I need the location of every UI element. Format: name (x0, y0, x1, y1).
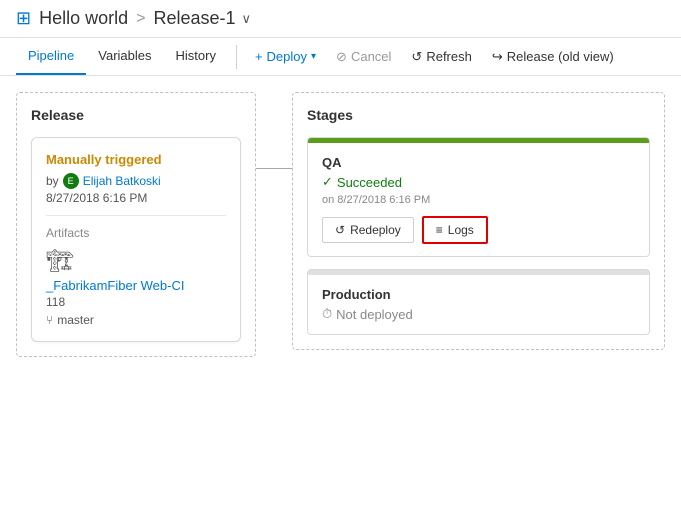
stage-card-qa: QA ✓ Succeeded on 8/27/2018 6:16 PM ↺ Re… (307, 137, 650, 257)
stage-card-production: Production ⏱ Not deployed (307, 269, 650, 335)
triggered-title: Manually triggered (46, 152, 226, 167)
stage-actions-qa: ↺ Redeploy ≡ Logs (322, 216, 635, 244)
connector (256, 92, 292, 169)
cancel-icon: ⊘ (336, 49, 347, 65)
stage-name-qa: QA (322, 155, 635, 170)
app-icon: ⊞ (16, 8, 31, 29)
plus-icon: + (255, 49, 263, 64)
arrow-right-icon: ↪ (492, 49, 503, 65)
refresh-icon: ↺ (411, 49, 422, 65)
release-title: Release-1 (153, 8, 235, 29)
artifacts-label: Artifacts (46, 226, 226, 240)
artifact-name: _FabrikamFiber Web-CI (46, 278, 226, 293)
header: ⊞ Hello world > Release-1 ∨ (0, 0, 681, 38)
artifact-number: 118 (46, 295, 226, 309)
release-card: Manually triggered by E Elijah Batkoski … (31, 137, 241, 342)
stage-status-qa: ✓ Succeeded (322, 174, 635, 190)
card-divider (46, 215, 226, 216)
nav-divider (236, 45, 237, 69)
deploy-chevron-icon: ▾ (311, 51, 316, 62)
stages-panel: Stages QA ✓ Succeeded on 8/27/2018 6:16 … (292, 92, 665, 350)
user-avatar: E (63, 173, 79, 189)
redeploy-icon: ↺ (335, 223, 345, 237)
triggered-date: 8/27/2018 6:16 PM (46, 191, 226, 205)
logs-icon: ≡ (436, 223, 443, 237)
redeploy-button[interactable]: ↺ Redeploy (322, 217, 414, 243)
stage-card-body-qa: QA ✓ Succeeded on 8/27/2018 6:16 PM ↺ Re… (308, 143, 649, 256)
stage-name-production: Production (322, 287, 635, 302)
tab-variables[interactable]: Variables (86, 38, 163, 75)
artifact-branch: ⑂ master (46, 313, 226, 327)
logs-button[interactable]: ≡ Logs (422, 216, 488, 244)
check-icon: ✓ (322, 174, 333, 190)
clock-icon: ⏱ (322, 306, 332, 322)
cancel-button[interactable]: ⊘ Cancel (326, 43, 401, 71)
tab-history[interactable]: History (164, 38, 228, 75)
main-content: Release Manually triggered by E Elijah B… (0, 76, 681, 373)
stage-card-body-production: Production ⏱ Not deployed (308, 275, 649, 334)
release-panel: Release Manually triggered by E Elijah B… (16, 92, 256, 357)
branch-icon: ⑂ (46, 313, 53, 327)
triggered-by: by E Elijah Batkoski (46, 173, 226, 189)
release-oldview-button[interactable]: ↪ Release (old view) (482, 43, 624, 71)
nav-bar: Pipeline Variables History + Deploy ▾ ⊘ … (0, 38, 681, 76)
refresh-button[interactable]: ↺ Refresh (401, 43, 481, 71)
branch-name: master (57, 313, 94, 327)
stages-panel-title: Stages (307, 107, 650, 123)
deploy-button[interactable]: + Deploy ▾ (245, 43, 326, 70)
by-label: by (46, 174, 59, 188)
user-name: Elijah Batkoski (83, 174, 161, 188)
chevron-down-icon[interactable]: ∨ (242, 11, 252, 27)
stage-date-qa: on 8/27/2018 6:16 PM (322, 194, 635, 206)
stage-status-production: ⏱ Not deployed (322, 306, 635, 322)
header-separator: > (136, 10, 145, 28)
tab-pipeline[interactable]: Pipeline (16, 38, 86, 75)
connector-line (256, 168, 292, 169)
release-panel-title: Release (31, 107, 241, 123)
app-title: Hello world (39, 8, 128, 29)
artifact-icon: 🏗 (46, 248, 226, 274)
